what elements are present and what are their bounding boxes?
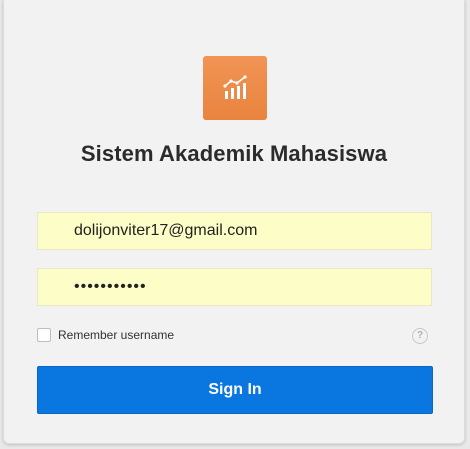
remember-checkbox[interactable] — [37, 328, 51, 342]
username-input[interactable]: dolijonviter17@gmail.com — [37, 212, 432, 250]
help-icon[interactable]: ? — [412, 328, 428, 344]
remember-label: Remember username — [58, 328, 175, 342]
password-input[interactable]: ••••••••••• — [37, 268, 432, 306]
login-card: Sistem Akademik Mahasiswa dolijonviter17… — [3, 0, 465, 444]
sign-in-button[interactable]: Sign In — [37, 366, 433, 414]
app-logo — [203, 56, 267, 120]
page-title: Sistem Akademik Mahasiswa — [80, 141, 388, 166]
remember-username[interactable]: Remember username — [37, 328, 174, 342]
chart-growth-icon — [223, 75, 247, 99]
